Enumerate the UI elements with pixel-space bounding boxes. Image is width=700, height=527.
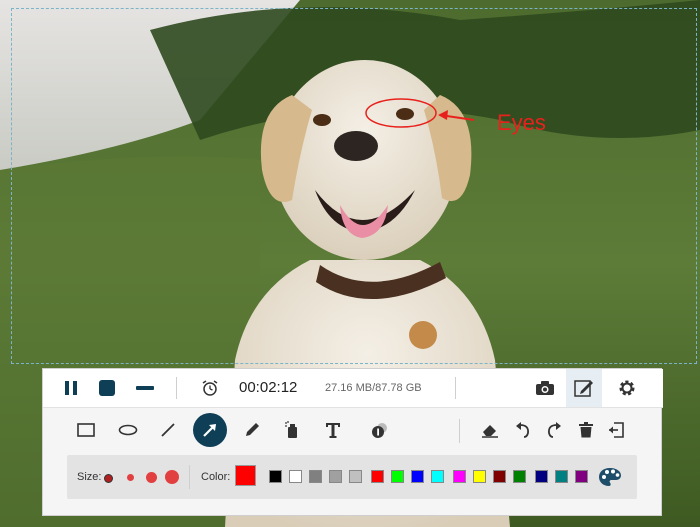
arrow-tool[interactable] <box>193 413 227 447</box>
divider <box>176 377 177 399</box>
custom-color-button[interactable] <box>597 466 623 488</box>
color-swatch-dark-green[interactable] <box>513 470 526 483</box>
redo-icon <box>546 422 562 438</box>
minimize-button[interactable] <box>133 377 157 399</box>
line-tool[interactable] <box>157 419 179 441</box>
color-swatch-maroon[interactable] <box>493 470 506 483</box>
ellipse-icon <box>118 424 138 436</box>
size-option-4[interactable] <box>165 470 179 484</box>
current-color[interactable] <box>235 465 256 486</box>
text-tool[interactable] <box>322 419 344 441</box>
spray-icon <box>284 421 300 439</box>
color-swatch-silver[interactable] <box>349 470 362 483</box>
size-option-3[interactable] <box>146 472 157 483</box>
divider <box>459 419 460 443</box>
pause-icon <box>63 380 79 396</box>
color-swatch-medium-gray[interactable] <box>329 470 342 483</box>
color-swatch-magenta[interactable] <box>453 470 466 483</box>
size-option-2[interactable] <box>127 474 134 481</box>
color-swatch-green[interactable] <box>391 470 404 483</box>
rectangle-tool[interactable] <box>75 419 97 441</box>
color-swatch-red[interactable] <box>371 470 384 483</box>
stop-button[interactable] <box>95 377 119 399</box>
divider <box>189 465 190 489</box>
color-swatch-black[interactable] <box>269 470 282 483</box>
recorder-panel: 00:02:12 27.16 MB/87.78 GB Size: Color: <box>42 368 663 516</box>
camera-icon <box>535 380 555 396</box>
line-icon <box>160 422 176 438</box>
stop-icon <box>98 379 116 397</box>
color-label: Color: <box>201 471 231 483</box>
trash-icon <box>579 422 593 438</box>
number-marker-icon <box>370 421 390 439</box>
exit-icon <box>608 422 624 438</box>
color-swatch-teal[interactable] <box>555 470 568 483</box>
pencil-tool[interactable] <box>241 419 263 441</box>
color-swatch-gray[interactable] <box>309 470 322 483</box>
annotation-label[interactable]: Eyes <box>497 110 546 136</box>
exit-edit-button[interactable] <box>605 419 627 441</box>
eraser-icon <box>481 422 499 438</box>
minimize-icon <box>136 385 154 391</box>
clear-button[interactable] <box>575 419 597 441</box>
text-icon <box>324 421 342 439</box>
storage-usage: 27.16 MB/87.78 GB <box>325 382 422 394</box>
color-swatch-blue[interactable] <box>411 470 424 483</box>
color-swatch-cyan[interactable] <box>431 470 444 483</box>
alarm-clock-icon <box>202 380 218 396</box>
undo-button[interactable] <box>512 419 534 441</box>
size-option-1[interactable] <box>104 474 113 483</box>
edit-button[interactable] <box>566 369 602 407</box>
number-marker-tool[interactable] <box>369 419 391 441</box>
recording-timer: 00:02:12 <box>239 379 298 396</box>
color-swatch-white[interactable] <box>289 470 302 483</box>
gear-icon <box>617 378 637 398</box>
rectangle-icon <box>77 423 95 437</box>
pencil-icon <box>244 422 260 438</box>
color-swatch-yellow[interactable] <box>473 470 486 483</box>
undo-icon <box>515 422 531 438</box>
style-palette: Size: Color: <box>67 455 637 499</box>
color-swatch-purple[interactable] <box>575 470 588 483</box>
drawing-toolbar <box>43 409 663 451</box>
ellipse-tool[interactable] <box>116 419 140 441</box>
edit-icon <box>574 378 594 398</box>
schedule-button[interactable] <box>199 378 221 398</box>
size-label: Size: <box>77 471 102 483</box>
redo-button[interactable] <box>543 419 565 441</box>
recorder-top-bar: 00:02:12 27.16 MB/87.78 GB <box>43 369 663 408</box>
screenshot-button[interactable] <box>533 377 557 399</box>
spray-tool[interactable] <box>281 419 303 441</box>
arrow-icon <box>201 421 219 439</box>
eraser-tool[interactable] <box>479 419 501 441</box>
pause-button[interactable] <box>59 377 83 399</box>
settings-button[interactable] <box>615 377 639 399</box>
palette-icon <box>598 467 622 487</box>
color-swatch-navy[interactable] <box>535 470 548 483</box>
divider <box>455 377 456 399</box>
